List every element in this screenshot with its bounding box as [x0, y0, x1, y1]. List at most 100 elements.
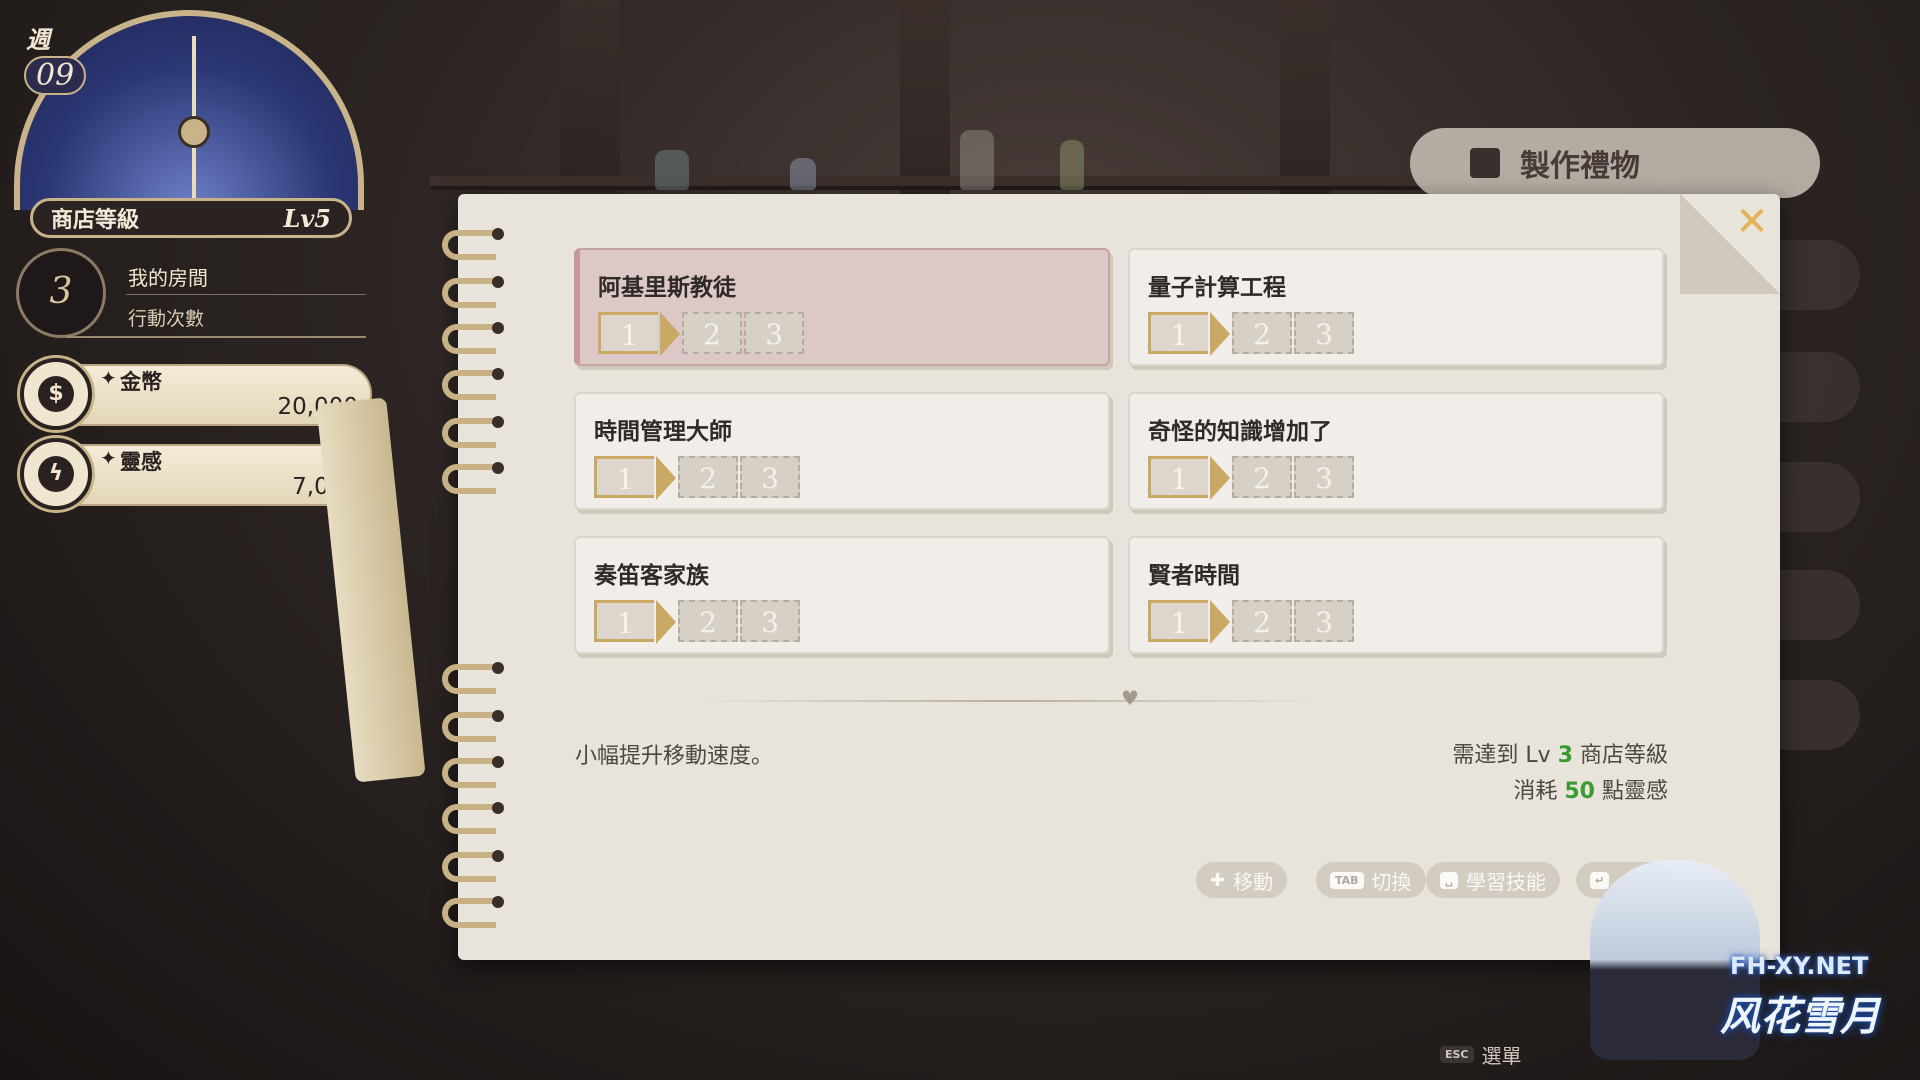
- tab-craft-gift-label: 製作禮物: [1520, 149, 1640, 184]
- skill-level-1: 1: [594, 600, 676, 644]
- skill-card[interactable]: 阿基里斯教徒 1 2 3: [574, 248, 1110, 366]
- gift-icon: [1470, 148, 1500, 178]
- req-level: 3: [1557, 743, 1573, 768]
- skill-level-2: 2: [682, 312, 742, 354]
- skill-name: 賢者時間: [1148, 562, 1240, 589]
- wood-beam: [1280, 0, 1330, 200]
- star-icon: ✦: [100, 446, 117, 470]
- skill-level-2: 2: [678, 456, 738, 498]
- bottle-decoration: [1060, 140, 1084, 190]
- shop-level-value: Lv5: [283, 203, 331, 233]
- skill-name: 奏笛客家族: [594, 562, 709, 589]
- cost-prefix: 消耗: [1513, 779, 1565, 804]
- lightbulb-icon: ϟ: [20, 438, 92, 510]
- binder-ring: [442, 850, 504, 882]
- skill-level-2: 2: [1232, 456, 1292, 498]
- skill-levels: 1 2 3: [594, 600, 802, 644]
- skill-level-2: 2: [678, 600, 738, 642]
- skill-level-1: 1: [1148, 600, 1230, 644]
- hint-switch: TAB 切換: [1316, 862, 1426, 898]
- shelf: [430, 176, 1480, 190]
- action-label: 行動次數: [128, 308, 205, 330]
- footer-menu-hint: ESC 選單: [1440, 1040, 1522, 1069]
- skill-level-3: 3: [1294, 312, 1354, 354]
- skill-levels: 1 2 3: [1148, 600, 1356, 644]
- skill-level-2: 2: [1232, 600, 1292, 642]
- action-count: 3: [49, 271, 73, 312]
- binder-ring: [442, 322, 504, 354]
- skill-levels: 1 2 3: [594, 456, 802, 500]
- skill-level-3: 3: [740, 600, 800, 642]
- gold-label: 金幣: [120, 370, 162, 394]
- skill-name: 奇怪的知識增加了: [1148, 418, 1332, 445]
- skill-name: 阿基里斯教徒: [598, 274, 736, 301]
- watermark-url: FH-XY.NET: [1730, 952, 1869, 980]
- skill-level-3: 3: [744, 312, 804, 354]
- tab-craft-gift[interactable]: 製作禮物: [1410, 128, 1820, 198]
- hint-learn-label: 學習技能: [1465, 869, 1546, 894]
- action-count-badge: 3: [16, 248, 106, 338]
- room-label: 我的房間: [128, 266, 208, 290]
- star-icon: ✦: [100, 366, 117, 390]
- dpad-icon: ✚: [1210, 869, 1226, 891]
- week-number: 09: [24, 56, 87, 95]
- close-button[interactable]: ✕: [1730, 200, 1774, 244]
- skill-name: 量子計算工程: [1148, 274, 1286, 301]
- req-suffix: 商店等級: [1573, 743, 1668, 768]
- close-icon: ✕: [1735, 199, 1769, 245]
- binder-ring: [442, 276, 504, 308]
- skill-card[interactable]: 時間管理大師 1 2 3: [574, 392, 1110, 510]
- hint-learn: ␣ 學習技能: [1426, 862, 1560, 898]
- inspiration-label: 靈感: [120, 450, 162, 474]
- hint-move-label: 移動: [1233, 869, 1274, 894]
- coin-icon: $: [20, 358, 92, 430]
- heart-icon: ♥: [1121, 686, 1139, 710]
- binder-ring: [442, 462, 504, 494]
- binder-ring: [442, 228, 504, 260]
- skill-name: 時間管理大師: [594, 418, 732, 445]
- bottle-decoration: [960, 130, 994, 190]
- wood-beam: [560, 0, 620, 200]
- footer-menu-label: 選單: [1481, 1044, 1522, 1068]
- ornament-divider: [700, 700, 1320, 702]
- shop-level-label: 商店等級: [51, 208, 140, 233]
- tab-key-icon: TAB: [1330, 871, 1364, 889]
- divider: [126, 294, 366, 295]
- binder-ring: [442, 756, 504, 788]
- binder-ring: [442, 896, 504, 928]
- binder-ring: [442, 416, 504, 448]
- binder-ring: [442, 662, 504, 694]
- skill-level-1: 1: [1148, 312, 1230, 356]
- week-indicator: 週 09: [8, 20, 94, 100]
- inspiration-panel: ϟ ✦ 靈感 7,000: [20, 438, 372, 510]
- skill-level-2: 2: [1232, 312, 1292, 354]
- watermark-logo: 风花雪月: [1720, 994, 1880, 1040]
- week-label: 週: [26, 25, 50, 54]
- wood-beam: [900, 0, 950, 200]
- skill-card[interactable]: 量子計算工程 1 2 3: [1128, 248, 1664, 366]
- skill-level-1: 1: [1148, 456, 1230, 500]
- binder-ring: [442, 368, 504, 400]
- skill-level-3: 3: [740, 456, 800, 498]
- shop-level-bar: 商店等級 Lv5: [30, 198, 352, 238]
- skill-requirements: 需達到 Lv 3 商店等級 消耗 50 點靈感: [1452, 738, 1668, 810]
- skill-levels: 1 2 3: [598, 312, 806, 356]
- watermark: FH-XY.NET 风花雪月: [1560, 860, 1900, 1060]
- bottle-decoration: [790, 158, 816, 190]
- level-requirement: 需達到 Lv 3 商店等級: [1452, 738, 1668, 774]
- skill-description: 小幅提升移動速度。: [575, 744, 774, 769]
- esc-key-icon: ESC: [1440, 1046, 1474, 1063]
- space-key-icon: ␣: [1440, 871, 1458, 889]
- skill-level-3: 3: [1294, 456, 1354, 498]
- skill-level-3: 3: [1294, 600, 1354, 642]
- binder-ring: [442, 710, 504, 742]
- req-prefix: 需達到 Lv: [1452, 743, 1558, 768]
- compass-icon: [178, 116, 210, 148]
- cost-value: 50: [1564, 779, 1595, 804]
- skill-card[interactable]: 奏笛客家族 1 2 3: [574, 536, 1110, 654]
- cost-requirement: 消耗 50 點靈感: [1452, 774, 1668, 810]
- skill-card[interactable]: 賢者時間 1 2 3: [1128, 536, 1664, 654]
- bottle-decoration: [655, 150, 689, 190]
- cost-suffix: 點靈感: [1595, 779, 1668, 804]
- skill-card[interactable]: 奇怪的知識增加了 1 2 3: [1128, 392, 1664, 510]
